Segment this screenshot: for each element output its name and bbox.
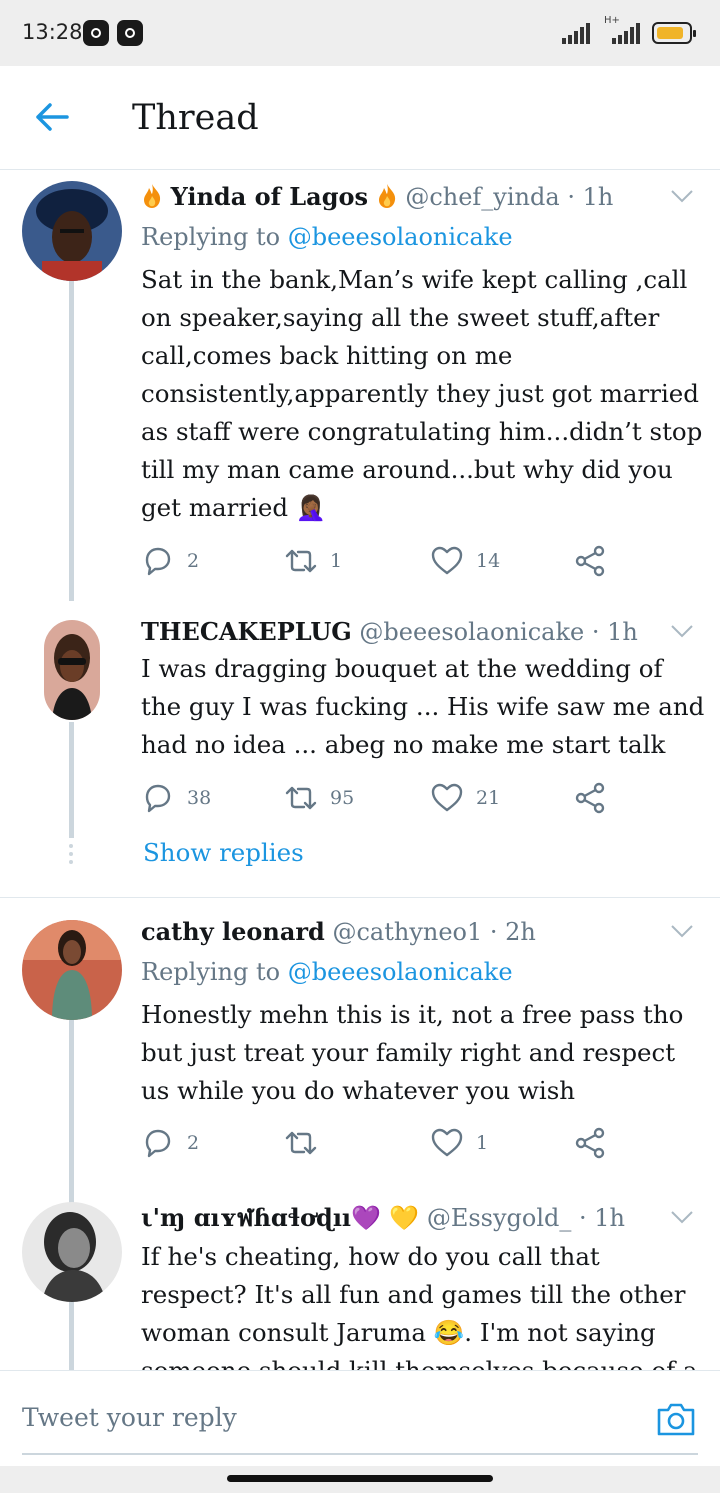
tweet-author-row: ι'ɱ ɑıʏฬɦɑɬơɖıı💜 💛 @Essygold_ · 1h [141, 1202, 625, 1234]
tweet-text: Honestly mehn this is it, not a free pas… [141, 1000, 684, 1105]
thread-header: Thread [0, 66, 720, 170]
show-replies-link[interactable]: Show replies [143, 838, 304, 867]
signal-icon [562, 22, 590, 44]
tweet-actions: 2 1 [141, 1126, 621, 1160]
like-button[interactable]: 21 [430, 781, 500, 815]
camera-icon[interactable] [656, 1401, 696, 1437]
fire-icon [378, 184, 395, 208]
heart-icon [431, 1128, 463, 1157]
notification-app-icon [117, 20, 143, 46]
reply-button[interactable]: 2 [141, 544, 199, 578]
reply-icon [145, 784, 171, 813]
retweet-icon [285, 549, 317, 573]
like-button[interactable]: 14 [430, 544, 500, 578]
retweet-button[interactable] [284, 1126, 318, 1160]
home-indicator[interactable] [227, 1475, 493, 1482]
author-name[interactable]: cathy leonard [141, 917, 325, 946]
notification-app-icon [83, 20, 109, 46]
share-button[interactable] [573, 544, 607, 578]
retweet-icon [285, 786, 317, 810]
chevron-down-icon[interactable] [670, 624, 694, 638]
reply-input-underline [22, 1453, 698, 1455]
replying-to: Replying to @beeesolaonicake [141, 958, 513, 986]
signal-icon [612, 22, 640, 44]
retweet-count: 1 [330, 550, 343, 572]
thread-line [69, 722, 74, 838]
chevron-down-icon[interactable] [670, 1210, 694, 1224]
tweet-time: · 1h [567, 183, 614, 211]
system-nav-bar [0, 1466, 720, 1493]
retweet-button[interactable]: 1 [284, 544, 342, 578]
like-count: 21 [476, 787, 501, 809]
retweet-button[interactable]: 95 [284, 781, 354, 815]
heart-icon [431, 783, 463, 812]
reply-bar: Tweet your reply [0, 1370, 720, 1466]
share-button[interactable] [573, 1126, 607, 1160]
tweet-text: Sat in the bank,Man’s wife kept calling … [141, 265, 703, 522]
reply-button[interactable]: 2 [141, 1126, 199, 1160]
author-handle[interactable]: @beeesolaonicake [359, 618, 584, 646]
reply-count: 2 [187, 550, 200, 572]
author-name[interactable]: Yinda of Lagos [171, 182, 368, 211]
author-handle[interactable]: @chef_yinda [405, 183, 559, 211]
tweet-actions: 2 1 14 [141, 544, 621, 578]
tweet[interactable]: ι'ɱ ɑıʏฬɦɑɬơɖıı💜 💛 @Essygold_ · 1h If he… [0, 1196, 720, 1370]
page-title: Thread [132, 98, 259, 138]
thread-line [69, 281, 74, 601]
tweet-author-row: Yinda of Lagos @chef_yinda · 1h [141, 181, 613, 213]
author-handle[interactable]: @Essygold_ [427, 1204, 572, 1232]
battery-icon [652, 22, 696, 44]
mention-link[interactable]: @beeesolaonicake [288, 958, 513, 986]
thread-line [69, 1304, 74, 1370]
divider [0, 897, 720, 898]
tweet-time: · 2h [489, 918, 536, 946]
reply-button[interactable]: 38 [141, 781, 211, 815]
status-time: 13:28 [22, 20, 83, 44]
author-name[interactable]: ι'ɱ ɑıʏฬɦɑɬơɖıı💜 💛 [141, 1203, 419, 1232]
like-count: 14 [476, 550, 501, 572]
author-handle[interactable]: @cathyneo1 [332, 918, 482, 946]
reply-icon [145, 1129, 171, 1158]
avatar[interactable] [44, 620, 100, 720]
tweet-text: If he's cheating, how do you call that r… [141, 1242, 698, 1370]
tweet-author-row: cathy leonard @cathyneo1 · 2h [141, 916, 536, 948]
fire-icon [144, 184, 161, 208]
tweet-author-row: THECAKEPLUG @beeesolaonicake · 1h [141, 616, 638, 648]
avatar[interactable] [22, 1202, 122, 1302]
reply-icon [145, 547, 171, 576]
tweet-actions: 38 95 21 [141, 781, 621, 815]
tweet-time: · 1h [579, 1204, 625, 1232]
arrow-left-icon[interactable] [34, 102, 70, 132]
author-name[interactable]: THECAKEPLUG [141, 617, 352, 646]
status-bar: 13:28 H+ [0, 0, 720, 66]
thread-dots [68, 844, 74, 868]
share-icon [575, 782, 605, 814]
chevron-down-icon[interactable] [670, 924, 694, 938]
retweet-icon [285, 1131, 317, 1155]
mention-link[interactable]: @beeesolaonicake [288, 223, 513, 251]
reply-count: 38 [187, 787, 212, 809]
share-button[interactable] [573, 781, 607, 815]
chevron-down-icon[interactable] [670, 189, 694, 203]
like-button[interactable]: 1 [430, 1126, 488, 1160]
avatar[interactable] [22, 920, 122, 1020]
avatar[interactable] [22, 181, 122, 281]
replying-to: Replying to @beeesolaonicake [141, 223, 513, 251]
share-icon [575, 545, 605, 577]
heart-icon [431, 546, 463, 575]
retweet-count: 95 [330, 787, 355, 809]
like-count: 1 [476, 1132, 489, 1154]
reply-input[interactable]: Tweet your reply [22, 1403, 237, 1432]
reply-count: 2 [187, 1132, 200, 1154]
tweet-text: I was dragging bouquet at the wedding of… [141, 654, 705, 759]
share-icon [575, 1127, 605, 1159]
tweet-time: · 1h [591, 618, 638, 646]
